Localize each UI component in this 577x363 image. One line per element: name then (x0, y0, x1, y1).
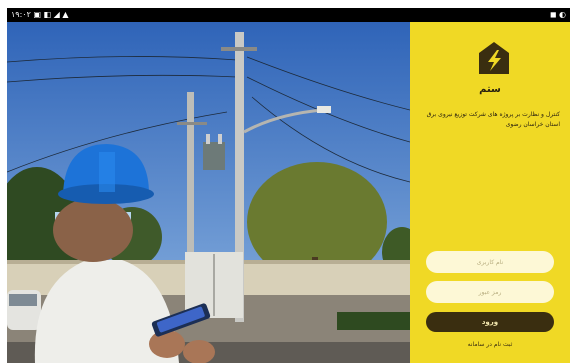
status-time: ۱۹:۰۲ (11, 10, 31, 19)
app-tagline: کنترل و نظارت بر پروژه های شرکت توزیع نی… (426, 111, 560, 128)
username-field[interactable] (426, 251, 554, 273)
status-left: ۱۹:۰۲ ▣ ◧ ◢ ▲ (11, 8, 69, 22)
register-link[interactable]: ثبت نام در سامانه (410, 341, 570, 348)
login-button[interactable]: ورود (426, 312, 554, 332)
login-panel: ستم کنترل و نظارت بر پروژه های شرکت توزی… (410, 22, 570, 363)
house-lightning-icon (479, 42, 509, 74)
status-right-icons: ◼ ◐ (549, 10, 566, 19)
brand-name: ستم (479, 84, 501, 95)
status-indicators-icon: ▣ ◧ ◢ ▲ (33, 10, 69, 19)
background-photo (7, 22, 410, 363)
password-field[interactable] (426, 281, 554, 303)
status-bar: ۱۹:۰۲ ▣ ◧ ◢ ▲ ◼ ◐ (7, 8, 570, 22)
